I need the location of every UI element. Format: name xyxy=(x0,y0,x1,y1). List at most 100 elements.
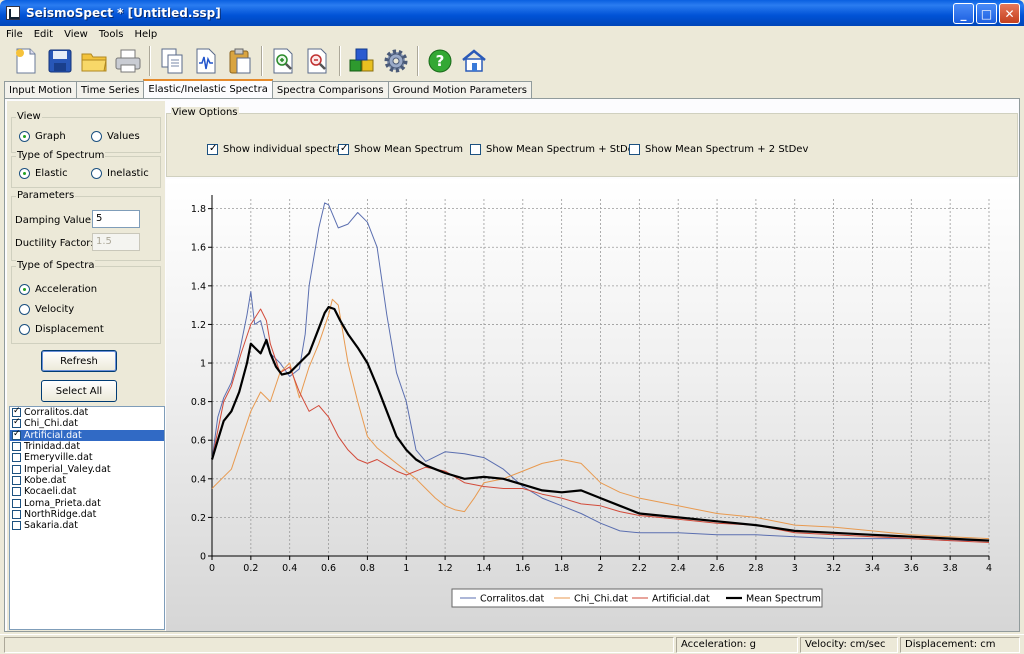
status-displacement-unit: Displacement: cm xyxy=(900,637,1020,653)
view-options-title: View Options xyxy=(171,107,239,118)
list-item[interactable]: NorthRidge.dat xyxy=(10,509,164,520)
menu-tools[interactable]: Tools xyxy=(93,29,129,40)
tab-elastic-inelastic-spectra[interactable]: Elastic/Inelastic Spectra xyxy=(143,79,273,98)
show-mean-spectrum-checkbox[interactable]: Show Mean Spectrum xyxy=(338,143,463,155)
tab-time-series[interactable]: Time Series xyxy=(75,81,145,98)
list-item[interactable]: Sakaria.dat xyxy=(10,520,164,531)
checkbox[interactable] xyxy=(629,144,640,155)
copy-icon[interactable] xyxy=(156,45,188,77)
file-name: Chi_Chi.dat xyxy=(24,418,78,430)
tab-ground-motion-parameters[interactable]: Ground Motion Parameters xyxy=(387,81,532,98)
radio-button[interactable] xyxy=(91,168,102,179)
view-options-group: View Options Show individual spectra Sho… xyxy=(166,107,1018,177)
waveform-icon[interactable] xyxy=(190,45,222,77)
damping-input[interactable]: 5 xyxy=(92,210,140,228)
x-tick-label: 3.2 xyxy=(826,563,841,574)
file-list: Corralitos.dat Chi_Chi.dat Artificial.da… xyxy=(9,406,165,630)
checkbox[interactable] xyxy=(12,475,21,485)
menu-file[interactable]: File xyxy=(0,29,28,40)
y-tick-label: 0.2 xyxy=(191,513,206,524)
close-button[interactable]: ✕ xyxy=(999,3,1020,24)
menu-view[interactable]: View xyxy=(58,29,93,40)
checkbox[interactable] xyxy=(12,509,21,519)
x-tick-label: 0 xyxy=(209,563,215,574)
checkbox[interactable] xyxy=(12,442,21,452)
cubes-icon[interactable] xyxy=(346,45,378,77)
graph-radio[interactable]: Graph xyxy=(19,131,66,142)
list-item[interactable]: Chi_Chi.dat xyxy=(10,417,164,430)
list-item[interactable]: Artificial.dat xyxy=(10,429,164,441)
select-all-button[interactable]: Select All xyxy=(41,380,117,402)
acceleration-radio[interactable]: Acceleration xyxy=(19,284,97,295)
file-name: Kobe.dat xyxy=(24,474,67,486)
list-item[interactable]: Corralitos.dat xyxy=(10,406,164,418)
checkbox[interactable] xyxy=(338,143,349,155)
zoom-out-icon[interactable] xyxy=(302,45,334,77)
print-icon[interactable] xyxy=(112,45,144,77)
list-item[interactable]: Trinidad.dat xyxy=(10,441,164,452)
gear-icon[interactable] xyxy=(380,45,412,77)
y-tick-label: 1.4 xyxy=(191,281,206,292)
open-folder-icon[interactable] xyxy=(78,45,110,77)
checkbox[interactable] xyxy=(12,429,21,440)
paste-icon[interactable] xyxy=(224,45,256,77)
ductility-label: Ductility Factor: xyxy=(15,238,94,249)
show-mean-2stdev-checkbox[interactable]: Show Mean Spectrum + 2 StDev xyxy=(629,144,808,155)
new-file-icon[interactable] xyxy=(10,45,42,77)
radio-button[interactable] xyxy=(19,284,30,295)
values-radio[interactable]: Values xyxy=(91,131,140,142)
checkbox[interactable] xyxy=(12,521,21,531)
checkbox[interactable] xyxy=(12,417,21,429)
menu-edit[interactable]: Edit xyxy=(28,29,58,40)
tab-input-motion[interactable]: Input Motion xyxy=(4,81,77,98)
spectrum-type-title: Type of Spectrum xyxy=(16,150,106,161)
checkbox[interactable] xyxy=(12,498,21,508)
radio-button[interactable] xyxy=(91,131,102,142)
save-icon[interactable] xyxy=(44,45,76,77)
menu-help[interactable]: Help xyxy=(128,29,162,40)
show-individual-spectra-checkbox[interactable]: Show individual spectra xyxy=(207,143,342,155)
left-panel: View Graph Values Type of Spectrum Elast… xyxy=(7,101,165,631)
maximize-button[interactable]: □ xyxy=(976,3,997,24)
toolbar: ? xyxy=(0,43,1024,79)
tab-spectra-comparisons[interactable]: Spectra Comparisons xyxy=(271,81,389,98)
file-name: Kocaeli.dat xyxy=(24,486,77,498)
refresh-button[interactable]: Refresh xyxy=(41,350,117,372)
radio-button[interactable] xyxy=(19,304,30,315)
checkbox[interactable] xyxy=(12,453,21,463)
elastic-radio[interactable]: Elastic xyxy=(19,168,68,179)
list-item[interactable]: Loma_Prieta.dat xyxy=(10,497,164,509)
help-icon[interactable]: ? xyxy=(424,45,456,77)
velocity-radio[interactable]: Velocity xyxy=(19,304,74,315)
radio-button[interactable] xyxy=(19,131,30,142)
checkbox[interactable] xyxy=(470,144,481,155)
checkbox[interactable] xyxy=(12,487,21,497)
checkbox[interactable] xyxy=(12,406,21,418)
home-icon[interactable] xyxy=(458,45,490,77)
inelastic-radio[interactable]: Inelastic xyxy=(91,168,149,179)
checkbox[interactable] xyxy=(207,143,218,155)
radio-button[interactable] xyxy=(19,324,30,335)
status-velocity-unit: Velocity: cm/sec xyxy=(800,637,898,653)
title-bar: SeismoSpect * [Untitled.ssp] _ □ ✕ xyxy=(0,0,1024,26)
list-item[interactable]: Kocaeli.dat xyxy=(10,486,164,497)
checkbox[interactable] xyxy=(12,464,21,474)
radio-button[interactable] xyxy=(19,168,30,179)
x-tick-label: 2.2 xyxy=(632,563,647,574)
status-bar: Acceleration: g Velocity: cm/sec Displac… xyxy=(0,634,1024,654)
displacement-radio[interactable]: Displacement xyxy=(19,324,104,335)
app-logo-icon xyxy=(6,6,20,20)
minimize-button[interactable]: _ xyxy=(953,3,974,24)
values-label: Values xyxy=(107,131,140,142)
y-tick-label: 1.6 xyxy=(191,243,206,254)
right-panel: View Options Show individual spectra Sho… xyxy=(166,101,1019,631)
list-item[interactable]: Emeryville.dat xyxy=(10,452,164,463)
zoom-in-icon[interactable] xyxy=(268,45,300,77)
window-title: SeismoSpect * [Untitled.ssp] xyxy=(26,6,221,20)
show-mean-stdev-checkbox[interactable]: Show Mean Spectrum + StDev xyxy=(470,144,640,155)
legend-label: Artificial.dat xyxy=(652,594,710,605)
list-item[interactable]: Kobe.dat xyxy=(10,475,164,486)
y-tick-label: 0.6 xyxy=(191,436,206,447)
list-item[interactable]: Imperial_Valey.dat xyxy=(10,463,164,475)
y-tick-label: 0.4 xyxy=(191,474,206,485)
